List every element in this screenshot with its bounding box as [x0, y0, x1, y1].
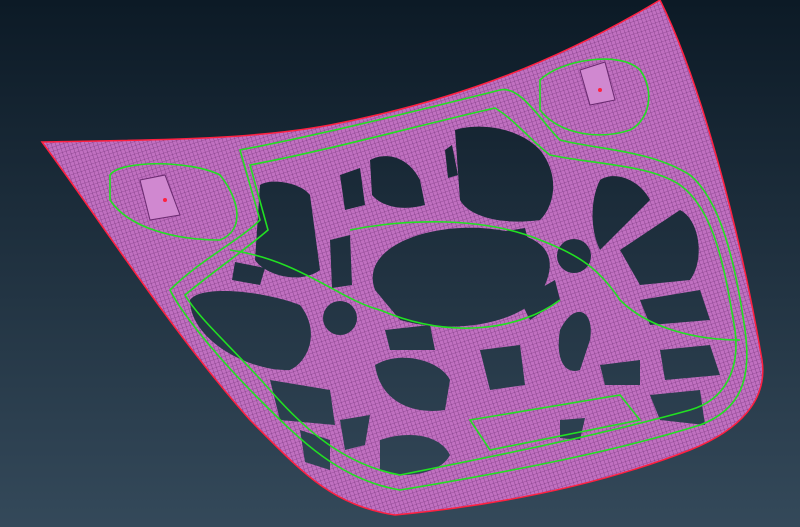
graphics-viewport[interactable] — [0, 0, 800, 527]
mesh-canvas[interactable] — [0, 0, 800, 527]
